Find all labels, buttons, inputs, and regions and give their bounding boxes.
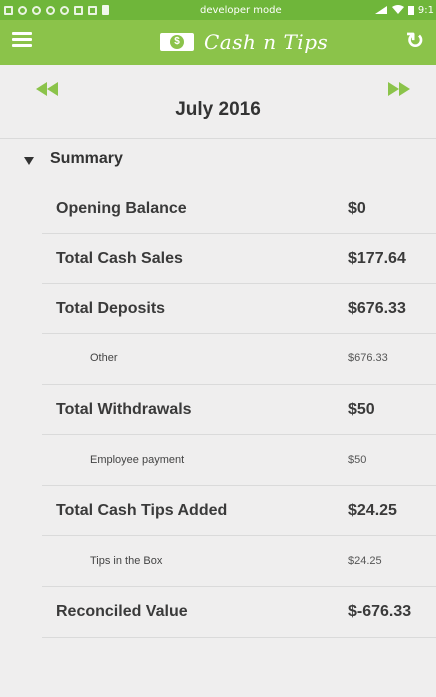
row-label: Total Deposits [56, 300, 166, 317]
summary-row: Total Cash Sales $177.64 [0, 240, 436, 284]
row-value: $50 [348, 454, 367, 466]
divider [42, 283, 436, 284]
row-value: $676.33 [348, 352, 388, 364]
status-bar: developer mode 9:1 [0, 0, 436, 20]
divider [0, 138, 436, 139]
shield-icon [60, 5, 69, 15]
signal-icon [374, 6, 387, 14]
summary-row: Total Withdrawals $50 [0, 391, 436, 435]
row-label: Total Cash Sales [56, 250, 183, 267]
rewind-icon [36, 82, 47, 96]
square-icon [88, 5, 97, 15]
row-label: Total Withdrawals [56, 401, 192, 418]
circle-icon [18, 5, 27, 15]
divider [42, 586, 436, 587]
row-label: Opening Balance [56, 200, 187, 217]
row-value: $0 [348, 200, 366, 217]
current-month-label: July 2016 [175, 99, 261, 120]
status-time: 9:1 [417, 4, 434, 16]
divider [42, 485, 436, 486]
refresh-icon[interactable]: ↻ [402, 28, 428, 54]
wifi-icon [391, 5, 404, 14]
status-icons-right: 9:1 [374, 5, 436, 16]
list-icon [74, 5, 83, 15]
hamburger-menu-icon[interactable] [12, 32, 32, 52]
battery-icon [102, 5, 109, 15]
row-label: Employee payment [90, 454, 185, 466]
divider [42, 535, 436, 536]
circle-icon [46, 5, 55, 15]
divider [42, 434, 436, 435]
summary-section-header[interactable]: Summary [0, 140, 436, 182]
divider [42, 233, 436, 234]
row-value: $676.33 [348, 300, 406, 317]
app-brand: $ Cash n Tips [160, 30, 328, 54]
summary-row: Reconciled Value $-676.33 [0, 593, 436, 637]
divider [42, 333, 436, 334]
status-icons-left [0, 5, 150, 15]
collapse-caret-icon [24, 157, 34, 165]
app-icon [4, 5, 13, 15]
app-title: Cash n Tips [204, 30, 329, 54]
cash-logo-symbol: $ [170, 35, 184, 49]
app-bar: $ Cash n Tips ↻ [0, 20, 436, 65]
row-value: $50 [348, 401, 375, 418]
divider [42, 637, 436, 638]
fast-forward-icon [388, 82, 399, 96]
row-label: Other [90, 352, 118, 364]
row-label: Total Cash Tips Added [56, 502, 228, 519]
row-label: Tips in the Box [90, 555, 163, 567]
month-navigation: July 2016 [0, 65, 436, 135]
row-value: $24.25 [348, 502, 397, 519]
summary-subrow: Tips in the Box $24.25 [0, 542, 436, 586]
row-label: Reconciled Value [56, 603, 188, 620]
summary-row: Total Deposits $676.33 [0, 290, 436, 334]
summary-row: Opening Balance $0 [0, 190, 436, 234]
divider [42, 384, 436, 385]
row-value: $-676.33 [348, 603, 412, 620]
previous-month-button[interactable] [36, 79, 66, 99]
cash-logo-icon: $ [160, 33, 194, 51]
summary-subrow: Employee payment $50 [0, 441, 436, 485]
circle-icon [32, 5, 41, 15]
row-value: $177.64 [348, 250, 406, 267]
row-value: $24.25 [348, 555, 382, 567]
summary-row: Total Cash Tips Added $24.25 [0, 492, 436, 536]
next-month-button[interactable] [388, 79, 418, 99]
battery-icon [407, 6, 414, 15]
status-center-text: developer mode [200, 4, 282, 16]
summary-label: Summary [50, 150, 123, 167]
summary-subrow: Other $676.33 [0, 340, 436, 384]
